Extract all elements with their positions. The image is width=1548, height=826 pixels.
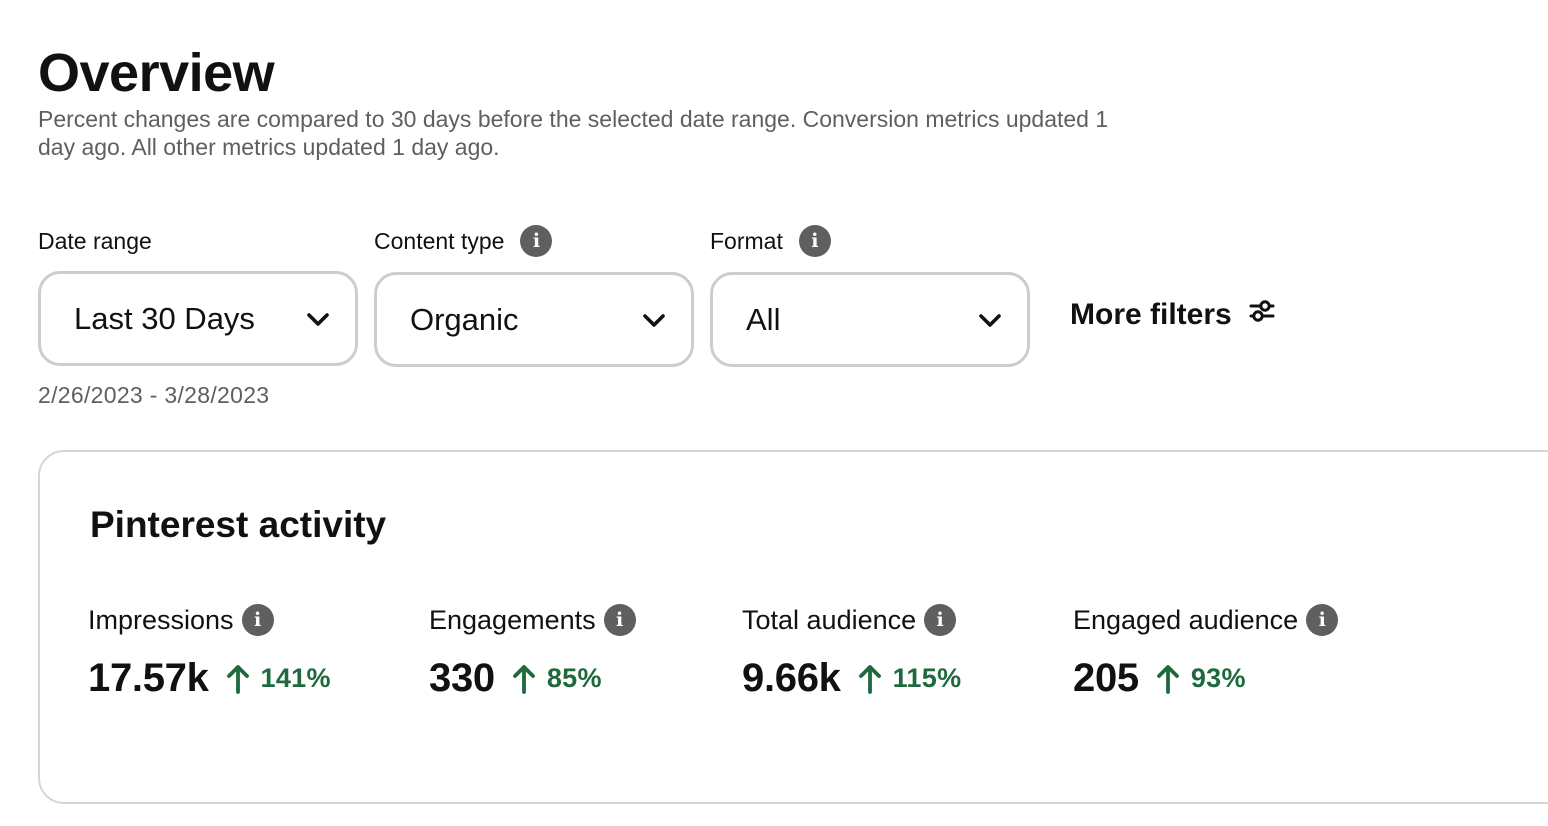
- overview-page: Overview Percent changes are compared to…: [0, 0, 1548, 826]
- info-icon[interactable]: i: [603, 604, 636, 636]
- metric-value-row: 330 85%: [429, 656, 636, 701]
- metric-change: 93%: [1156, 663, 1246, 694]
- format-value: All: [746, 301, 781, 337]
- content-type-label: Content type: [374, 228, 505, 254]
- format-select[interactable]: All: [710, 272, 1030, 367]
- chevron-down-icon: [305, 306, 331, 332]
- card-title: Pinterest activity: [90, 504, 387, 545]
- sliders-icon: [1248, 298, 1276, 332]
- pinterest-activity-card: Pinterest activity Impressions i 17.57k …: [38, 450, 1548, 804]
- chevron-down-icon: [641, 307, 667, 333]
- content-type-label-group: Content type i: [374, 224, 553, 258]
- date-range-label: Date range: [38, 228, 152, 254]
- page-subtitle: Percent changes are compared to 30 days …: [38, 106, 1109, 160]
- chevron-down-icon: [977, 307, 1003, 333]
- metric-change-value: 93%: [1190, 663, 1246, 693]
- metric-value: 205: [1073, 656, 1139, 700]
- info-icon[interactable]: i: [798, 225, 831, 257]
- date-range-value: Last 30 Days: [74, 300, 255, 336]
- info-icon[interactable]: i: [520, 225, 553, 257]
- date-range-label-group: Date range: [38, 224, 152, 258]
- metric-label: Engaged audience: [1073, 604, 1299, 635]
- metric-value-row: 9.66k 115%: [742, 656, 961, 701]
- info-icon[interactable]: i: [1306, 604, 1339, 636]
- metric-value: 330: [429, 656, 495, 700]
- page-title: Overview: [38, 43, 275, 103]
- metric-label-row: Engaged audience i: [1073, 602, 1339, 638]
- metric-change-value: 141%: [260, 663, 331, 693]
- metric-total-audience[interactable]: Total audience i 9.66k 115%: [742, 602, 961, 701]
- metric-label-row: Impressions i: [88, 602, 331, 638]
- arrow-up-icon: [858, 664, 881, 694]
- format-label: Format: [710, 228, 783, 254]
- metric-label-row: Engagements i: [429, 602, 636, 638]
- arrow-up-icon: [512, 664, 535, 694]
- content-type-select[interactable]: Organic: [374, 272, 694, 367]
- metric-change: 141%: [226, 663, 331, 694]
- arrow-up-icon: [226, 664, 249, 694]
- more-filters-button[interactable]: More filters: [1070, 298, 1276, 332]
- metric-label-row: Total audience i: [742, 602, 961, 638]
- metric-label: Impressions: [88, 604, 234, 635]
- metric-change: 115%: [858, 663, 962, 694]
- metric-value: 17.57k: [88, 656, 209, 700]
- more-filters-label: More filters: [1070, 298, 1232, 331]
- metric-value-row: 205 93%: [1073, 656, 1338, 701]
- info-icon[interactable]: i: [241, 604, 274, 636]
- format-label-group: Format i: [710, 224, 831, 258]
- date-range-caption: 2/26/2023 - 3/28/2023: [38, 382, 270, 408]
- metric-impressions[interactable]: Impressions i 17.57k 141%: [88, 602, 331, 701]
- content-type-value: Organic: [410, 301, 519, 337]
- date-range-select[interactable]: Last 30 Days: [38, 271, 358, 366]
- metric-engagements[interactable]: Engagements i 330 85%: [429, 602, 636, 701]
- metric-change-value: 115%: [892, 663, 962, 693]
- metric-label: Total audience: [742, 604, 917, 635]
- info-icon[interactable]: i: [924, 604, 957, 636]
- metric-engaged-audience[interactable]: Engaged audience i 205 93%: [1073, 602, 1339, 701]
- metric-change: 85%: [512, 663, 602, 694]
- metric-value-row: 17.57k 141%: [88, 656, 331, 701]
- metric-value: 9.66k: [742, 656, 841, 700]
- metric-change-value: 85%: [546, 663, 602, 693]
- metric-label: Engagements: [429, 604, 596, 635]
- arrow-up-icon: [1156, 664, 1179, 694]
